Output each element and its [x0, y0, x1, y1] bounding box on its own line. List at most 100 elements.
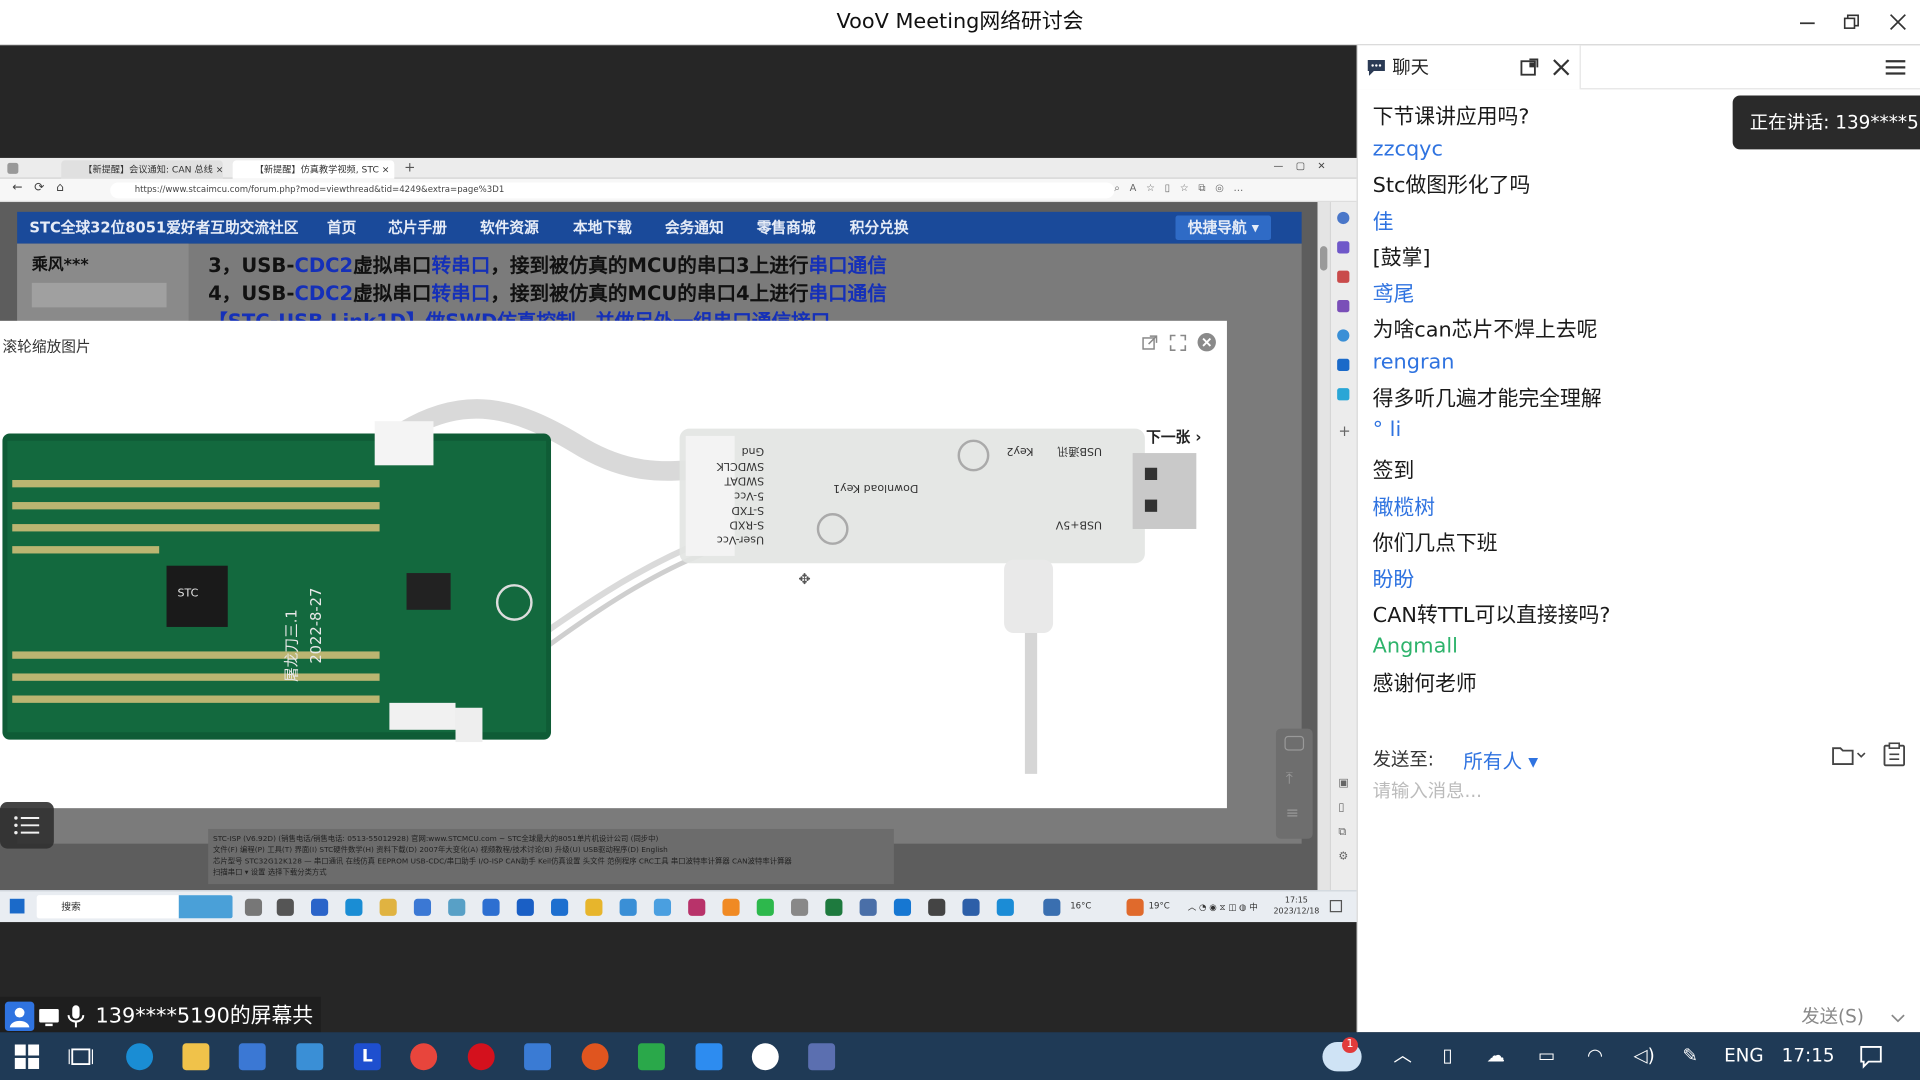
mail-icon[interactable]: [296, 1043, 324, 1071]
onedrive-icon[interactable]: ☁: [1487, 1032, 1505, 1080]
forum-nav-datasheet[interactable]: 芯片手册: [388, 212, 447, 244]
tag-icon[interactable]: [1337, 241, 1350, 254]
minimize-button[interactable]: [1785, 0, 1829, 44]
remote-url-field[interactable]: https://www.stcaimcu.com/forum.php?mod=v…: [110, 182, 1115, 199]
remote-app-icon-13[interactable]: [962, 898, 980, 916]
fullscreen-icon[interactable]: [1169, 333, 1187, 351]
chat-sender[interactable]: 盼盼: [1373, 562, 1415, 592]
remote-start-icon[interactable]: [9, 898, 25, 914]
remote-nav-icons[interactable]: ← ⟳ ⌂: [12, 181, 64, 194]
remote-app-icon-2[interactable]: [413, 898, 432, 916]
float-tools[interactable]: ⤒ ≡: [1275, 728, 1313, 839]
tools-icon[interactable]: [524, 1043, 552, 1071]
notepad-icon[interactable]: [637, 1043, 665, 1071]
remote-tray-icons[interactable]: ︿ ◔ ◉ ⧖ ◫ ◍ 中: [1188, 901, 1258, 913]
remote-window-controls-icon[interactable]: — ▢ ✕: [1273, 160, 1325, 171]
remote-app-icon-12[interactable]: [893, 898, 912, 916]
games-icon[interactable]: [1337, 300, 1350, 313]
recorder-icon[interactable]: [581, 1043, 609, 1071]
remote-weather-1[interactable]: 16°C: [1070, 901, 1091, 911]
remote-app-icon-5[interactable]: [585, 898, 603, 916]
tray-phone-icon[interactable]: ▯: [1442, 1032, 1452, 1080]
close-window-button[interactable]: [1876, 0, 1920, 44]
remote-scrollbar[interactable]: [1317, 202, 1330, 891]
wifi-icon[interactable]: ◠: [1587, 1032, 1603, 1080]
notification-button[interactable]: [1859, 1044, 1883, 1069]
remote-app-icon-14[interactable]: [1043, 898, 1061, 916]
next-image-link[interactable]: 下一张 ›: [1146, 426, 1201, 447]
send-to-select[interactable]: 所有人 ▾: [1463, 744, 1538, 773]
close-chat-button[interactable]: [1551, 58, 1571, 78]
store-icon[interactable]: [238, 1043, 266, 1071]
remote-app-icon-3[interactable]: [448, 898, 466, 916]
remote-notification-icon[interactable]: [1329, 900, 1343, 913]
board-photo[interactable]: STC 2022-8-27 屠龙刀三.1 Gnd SWDCLK SWDAT 5-…: [0, 358, 1227, 809]
remote-edge-icon[interactable]: [345, 898, 363, 916]
forum-nav-download[interactable]: 本地下载: [573, 212, 632, 244]
send-button[interactable]: 发送(S): [1801, 1003, 1864, 1029]
quick-nav-button[interactable]: 快捷导航 ▾: [1175, 215, 1272, 240]
toolbox-icon[interactable]: [1337, 270, 1350, 283]
tray-chevron-icon[interactable]: ︿: [1393, 1032, 1411, 1080]
chat-sender[interactable]: 佳: [1373, 204, 1394, 235]
chat-sender[interactable]: zzcqyc: [1373, 137, 1443, 161]
remote-app-icon-10[interactable]: [791, 898, 809, 916]
remote-app-icon-4[interactable]: [516, 898, 534, 916]
sidebar-bottom-icons[interactable]: ▣ ▯ ⧉ ⚙: [1338, 778, 1348, 864]
remote-weather-icon[interactable]: [1126, 898, 1144, 916]
screen-share-status[interactable]: 139****5190的屏幕共享: [0, 996, 321, 1068]
start-button[interactable]: [14, 1044, 40, 1069]
m365-icon[interactable]: [1337, 329, 1350, 342]
remote-app-icon-7[interactable]: [653, 898, 672, 916]
chat-sender[interactable]: 鸢尾: [1373, 277, 1415, 307]
forum-nav-points[interactable]: 积分兑换: [850, 212, 909, 244]
file-button[interactable]: [1831, 743, 1868, 767]
remote-settings-icon[interactable]: [928, 898, 946, 916]
popout-button[interactable]: [1520, 58, 1540, 78]
toc-button[interactable]: [0, 802, 54, 849]
forum-nav-software[interactable]: 软件资源: [480, 212, 539, 244]
close-viewer-button[interactable]: [1197, 333, 1216, 352]
app-icon[interactable]: [808, 1043, 836, 1071]
settings-icon[interactable]: [751, 1043, 779, 1071]
remote-taskview-icon[interactable]: [244, 898, 263, 916]
remote-app-icon-9[interactable]: [722, 898, 740, 916]
forum-nav-home[interactable]: 首页: [327, 212, 356, 244]
remote-excel-icon[interactable]: [825, 898, 843, 916]
poster-avatar[interactable]: [31, 282, 167, 308]
remote-voov-icon[interactable]: [996, 898, 1014, 916]
list-icon[interactable]: ≡: [1286, 804, 1299, 822]
pen-icon[interactable]: ✎: [1682, 1032, 1697, 1080]
remote-clock[interactable]: 17:15 2023/12/18: [1273, 895, 1319, 917]
remote-apps-icon[interactable]: [276, 898, 294, 916]
remote-tab-1[interactable]: 【新提醒】会议通知: CAN 总线 ×: [61, 160, 223, 179]
voov-icon[interactable]: [695, 1043, 723, 1071]
poster-name[interactable]: 乘风***: [32, 251, 89, 274]
chat-message-list[interactable]: 下节课讲应用吗? zzcqyc Stc做图形化了吗 佳 [鼓掌] 鸢尾 为啥ca…: [1358, 89, 1909, 775]
remote-explorer-icon[interactable]: [379, 898, 397, 916]
search-icon[interactable]: [1337, 211, 1350, 225]
forum-nav-shop[interactable]: 零售商城: [757, 212, 816, 244]
volume-icon[interactable]: ◁): [1633, 1032, 1654, 1080]
file-explorer-icon[interactable]: [182, 1043, 210, 1071]
comment-icon[interactable]: [1284, 735, 1305, 751]
remote-app-icon-1[interactable]: [311, 898, 329, 916]
remote-app-icon-8[interactable]: [688, 898, 706, 916]
chat-sender[interactable]: 橄榄树: [1373, 490, 1435, 520]
chat-tab[interactable]: 聊天: [1357, 45, 1581, 90]
restore-button[interactable]: [1829, 0, 1873, 44]
send-icon[interactable]: [1337, 388, 1350, 401]
chat-input[interactable]: 请输入消息...: [1373, 778, 1482, 804]
outlook-icon[interactable]: [1337, 358, 1350, 372]
forum-nav-notice[interactable]: 会务通知: [665, 212, 724, 244]
battery-icon[interactable]: ▭: [1538, 1032, 1555, 1080]
chat-sender[interactable]: Angmall: [1373, 634, 1458, 658]
remote-wechat-icon[interactable]: [756, 898, 774, 916]
lark-icon[interactable]: L: [353, 1043, 381, 1071]
send-options-button[interactable]: [1889, 1008, 1906, 1023]
remote-toolbar-icons[interactable]: ⌕A☆▯☆⧉◎…: [1114, 182, 1253, 194]
remote-search-box[interactable]: 搜索: [36, 895, 233, 919]
opera-icon[interactable]: [467, 1043, 495, 1071]
taskbar-clock[interactable]: 17:15: [1782, 1032, 1835, 1080]
forum-title[interactable]: STC全球32位8051爱好者互助交流社区: [29, 212, 298, 244]
